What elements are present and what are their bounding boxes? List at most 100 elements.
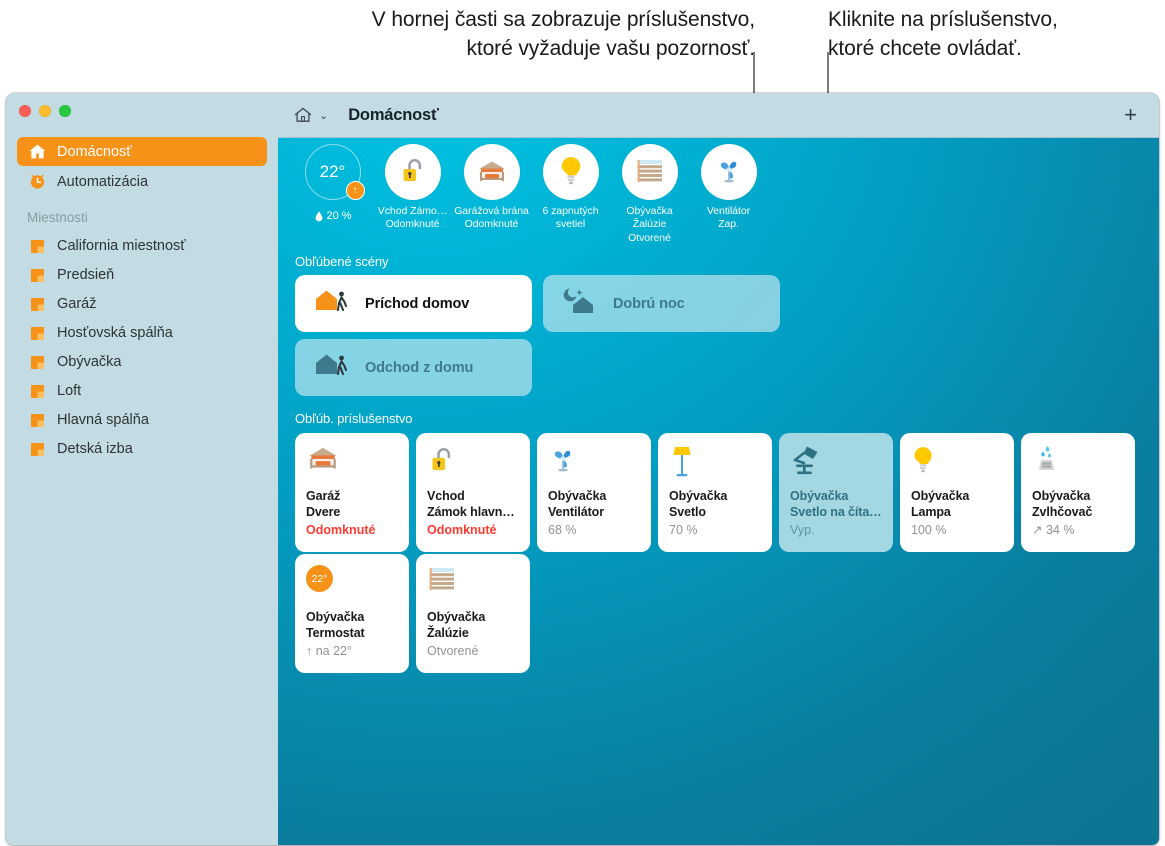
window-controls[interactable] bbox=[19, 105, 71, 117]
sidebar-item-label: Predsieň bbox=[57, 267, 115, 283]
accessory-name: Zvlhčovač bbox=[1032, 504, 1093, 519]
house-leave-icon bbox=[313, 349, 353, 386]
home-icon bbox=[27, 143, 47, 161]
accessory-name: Žalúzie bbox=[427, 625, 469, 640]
fan-icon bbox=[720, 161, 736, 183]
section-title-scenes: Obľúbené scény bbox=[295, 254, 389, 269]
chevron-down-icon[interactable]: ⌄ bbox=[319, 109, 328, 122]
garage-door-icon bbox=[306, 444, 398, 485]
moon-house-icon bbox=[561, 285, 601, 322]
status-line2: Otvorené bbox=[628, 231, 671, 244]
content-area: ⌄ Domácnosť + 22° ↑ 20 % Vchod Zámo… Odo… bbox=[278, 93, 1159, 845]
sidebar-item-room-livingroom[interactable]: Obývačka bbox=[17, 348, 267, 376]
sidebar-item-label: Hlavná spálňa bbox=[57, 412, 149, 428]
close-button[interactable] bbox=[19, 105, 31, 117]
callout-text-right: Kliknite na príslušenstvo, ktoré chcete … bbox=[828, 8, 1058, 60]
accessory-tile-reading-light[interactable]: Obývačka Svetlo na číta… Vyp. bbox=[779, 433, 893, 552]
sidebar-item-room-masterbedroom[interactable]: Hlavná spálňa bbox=[17, 406, 267, 434]
accessory-tile-thermostat[interactable]: 22° Obývačka Termostat ↑ na 22° bbox=[295, 554, 409, 673]
section-title-accessories: Obľúb. príslušenstvo bbox=[295, 411, 413, 426]
add-button[interactable]: + bbox=[1124, 104, 1137, 126]
lock-open-icon bbox=[427, 444, 519, 485]
minimize-button[interactable] bbox=[39, 105, 51, 117]
home-icon[interactable] bbox=[294, 107, 312, 123]
garage-door-icon bbox=[478, 161, 505, 181]
accessory-room: Obývačka bbox=[1032, 489, 1091, 503]
accessory-room: Obývačka bbox=[306, 610, 365, 624]
accessory-room: Obývačka bbox=[669, 489, 728, 503]
room-icon bbox=[27, 237, 47, 255]
maximize-button[interactable] bbox=[59, 105, 71, 117]
droplet-icon bbox=[316, 211, 323, 221]
sidebar-item-label: Obývačka bbox=[57, 354, 122, 370]
status-lights-on[interactable]: 6 zapnutých svetiel bbox=[531, 144, 610, 232]
thermostat-badge: 22° bbox=[306, 565, 333, 592]
accessory-tile-entry-lock[interactable]: Vchod Zámok hlavn… Odomknuté bbox=[416, 433, 530, 552]
sidebar-list: Domácnosť Automatizácia Miestnosti Calif… bbox=[6, 137, 278, 464]
lightbulb-icon bbox=[911, 444, 1003, 485]
accessory-name: Dvere bbox=[306, 504, 341, 519]
accessory-state: 70 % bbox=[669, 522, 698, 537]
fan-icon bbox=[548, 444, 640, 485]
sidebar-item-label: California miestnosť bbox=[57, 238, 186, 254]
accessory-tile-blinds[interactable]: Obývačka Žalúzie Otvorené bbox=[416, 554, 530, 673]
scene-arrive-home[interactable]: Príchod domov bbox=[295, 275, 532, 332]
sidebar-item-room-loft[interactable]: Loft bbox=[17, 377, 267, 405]
titlebar: ⌄ Domácnosť + bbox=[278, 93, 1159, 138]
room-icon bbox=[27, 411, 47, 429]
humidity-value: 20 % bbox=[326, 210, 352, 222]
accessory-tile-floor-light[interactable]: Obývačka Svetlo 70 % bbox=[658, 433, 772, 552]
sidebar-item-label: Garáž bbox=[57, 296, 97, 312]
accessory-room: Obývačka bbox=[427, 610, 486, 624]
accessory-name: Termostat bbox=[306, 625, 365, 640]
accessory-name: Zámok hlavn… bbox=[427, 504, 515, 519]
status-label: Obývačka Žalúzie Otvorené bbox=[610, 205, 689, 245]
status-livingroom-blinds[interactable]: Obývačka Žalúzie Otvorené bbox=[610, 144, 689, 245]
sidebar-item-label: Detská izba bbox=[57, 441, 133, 457]
sidebar-item-room-garage[interactable]: Garáž bbox=[17, 290, 267, 318]
thermostat-icon: 22° bbox=[306, 565, 398, 606]
accessory-name: Lampa bbox=[911, 504, 951, 519]
status-label: 6 zapnutých svetiel bbox=[542, 205, 598, 232]
accessory-state: Otvorené bbox=[427, 643, 479, 658]
accessory-state: 68 % bbox=[548, 522, 577, 537]
room-icon bbox=[27, 353, 47, 371]
heating-badge: ↑ bbox=[345, 181, 365, 200]
status-line1: Vchod Zámo… bbox=[377, 205, 448, 217]
status-line1: Obývačka Žalúzie bbox=[626, 205, 673, 231]
room-icon bbox=[27, 440, 47, 458]
sidebar-item-room-guestbedroom[interactable]: Hosťovská spálňa bbox=[17, 319, 267, 347]
callout-text-left: V hornej časti sa zobrazuje príslušenstv… bbox=[371, 8, 755, 60]
humidity-readout: 20 % bbox=[315, 210, 352, 222]
scene-label: Odchod z domu bbox=[365, 359, 474, 376]
status-line1: 6 zapnutých bbox=[542, 205, 599, 217]
sidebar-item-label: Automatizácia bbox=[57, 173, 149, 190]
lightbulb-icon bbox=[561, 157, 580, 185]
status-line1: Ventilátor bbox=[706, 205, 751, 217]
sidebar-item-room-hallway[interactable]: Predsieň bbox=[17, 261, 267, 289]
status-line2: svetiel bbox=[555, 218, 586, 231]
status-fan[interactable]: Ventilátor Zap. bbox=[689, 144, 768, 232]
status-garage-door[interactable]: Garážová brána Odomknuté bbox=[452, 144, 531, 232]
accessory-tile-humidifier[interactable]: Obývačka Zvlhčovač ↗ 34 % bbox=[1021, 433, 1135, 552]
accessory-state: Vyp. bbox=[790, 522, 815, 537]
house-arrive-icon bbox=[313, 285, 353, 322]
accessory-state: ↑ na 22° bbox=[306, 643, 353, 658]
sidebar-item-room-kidsroom[interactable]: Detská izba bbox=[17, 435, 267, 463]
sidebar-item-home[interactable]: Domácnosť bbox=[17, 137, 267, 166]
sidebar-item-automation[interactable]: Automatizácia bbox=[17, 167, 267, 196]
accessory-room: Garáž bbox=[306, 489, 341, 503]
scene-leave-home[interactable]: Odchod z domu bbox=[295, 339, 532, 396]
sidebar-section-rooms: Miestnosti bbox=[27, 210, 88, 225]
sidebar-item-room-california[interactable]: California miestnosť bbox=[17, 232, 267, 260]
accessory-tile-garage-door[interactable]: Garáž Dvere Odomknuté bbox=[295, 433, 409, 552]
clock-icon bbox=[27, 173, 47, 191]
accessory-state: Odomknuté bbox=[427, 522, 497, 537]
status-entry-lock[interactable]: Vchod Zámo… Odomknuté bbox=[373, 144, 452, 232]
accessory-tile-lamp[interactable]: Obývačka Lampa 100 % bbox=[900, 433, 1014, 552]
status-line2: Odomknuté bbox=[385, 218, 440, 231]
status-thermostat[interactable]: 22° ↑ 20 % bbox=[294, 144, 373, 222]
scene-good-night[interactable]: Dobrú noc bbox=[543, 275, 780, 332]
accessory-tile-fan[interactable]: Obývačka Ventilátor 68 % bbox=[537, 433, 651, 552]
floor-lamp-icon bbox=[669, 444, 761, 485]
